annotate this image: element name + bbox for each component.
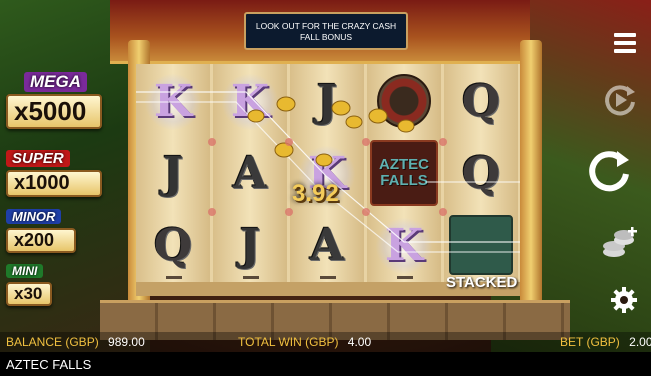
total-win-value: 4.00 (347, 335, 372, 349)
balance-display: BALANCE (GBP) 989.00 (6, 335, 145, 349)
reel-symbol: K (216, 68, 284, 134)
balance-value: 989.00 (108, 335, 145, 349)
reel-divider (320, 276, 336, 279)
jackpot-mega-label: MEGA (24, 72, 87, 92)
jackpot-super: SUPER x1000 (6, 150, 102, 197)
wheel-disc-icon (377, 74, 431, 128)
stacked-block-icon (449, 215, 513, 275)
balance-label: BALANCE (GBP) (6, 335, 99, 349)
reel-symbol: J (316, 75, 338, 127)
reel-divider (397, 276, 413, 279)
stake-coins-icon (603, 227, 637, 257)
game-title-bar: AZTEC FALLS (0, 352, 651, 376)
jackpot-mini: MINI x30 (6, 262, 52, 306)
jackpot-super-label: SUPER (6, 150, 70, 167)
settings-button[interactable] (610, 286, 638, 314)
reel-4: AZTEC FALLS K (367, 64, 441, 296)
aztec-falls-symbol: AZTEC FALLS (370, 140, 438, 206)
jackpot-mega: MEGA x5000 (6, 72, 102, 129)
reel-symbol: J (239, 219, 261, 271)
reel-symbol: A (232, 147, 268, 199)
autoplay-icon (605, 85, 635, 116)
status-bar: BALANCE (GBP) 989.00 TOTAL WIN (GBP) 4.0… (0, 332, 651, 352)
game-title: AZTEC FALLS (6, 357, 92, 372)
jackpot-minor-value: x200 (6, 228, 76, 253)
reel-1: K J Q (136, 64, 210, 296)
jackpot-minor-label: MINOR (6, 209, 62, 224)
jackpot-ladder: MEGA x5000 SUPER x1000 MINOR x200 MINI x… (0, 58, 140, 308)
jackpot-minor: MINOR x200 (6, 208, 76, 253)
game-scene: LOOK OUT FOR THE CRAZY CASH FALL BONUS M… (0, 0, 651, 376)
reel-divider (166, 276, 182, 279)
bet-display: BET (GBP) 2.00 (560, 335, 651, 349)
bet-value: 2.00 (629, 335, 651, 349)
stake-button[interactable] (600, 226, 640, 262)
total-win-display: TOTAL WIN (GBP) 4.00 (238, 335, 371, 349)
reel-symbol: A (309, 219, 345, 271)
reel-symbol: Q (153, 219, 193, 271)
temple-pillar-right (520, 40, 542, 320)
reel-5: Q Q (444, 64, 518, 296)
spin-button[interactable] (584, 146, 634, 196)
jackpot-mega-value: x5000 (6, 94, 102, 129)
jackpot-super-value: x1000 (6, 170, 102, 197)
reel-symbol: K (370, 212, 438, 278)
total-win-label: TOTAL WIN (GBP) (238, 335, 339, 349)
jackpot-mini-value: x30 (6, 282, 52, 306)
reel-symbol: K (139, 68, 207, 134)
info-banner: LOOK OUT FOR THE CRAZY CASH FALL BONUS (244, 12, 408, 50)
reel-2: K A J (213, 64, 287, 296)
menu-button[interactable] (612, 30, 638, 56)
autoplay-button[interactable] (600, 80, 640, 120)
gear-icon (611, 287, 637, 313)
jackpot-mini-label: MINI (6, 264, 44, 278)
stacked-symbol (447, 212, 515, 278)
spin-icon (589, 151, 629, 192)
reel-divider (243, 276, 259, 279)
reel-symbol: J (162, 147, 184, 199)
stacked-label: STACKED (446, 274, 518, 291)
reel-symbol: Q (461, 147, 501, 199)
wheel-symbol (370, 68, 438, 134)
reel-symbol: Q (461, 75, 501, 127)
win-amount: 3.92 (292, 180, 339, 207)
bet-label: BET (GBP) (560, 335, 620, 349)
